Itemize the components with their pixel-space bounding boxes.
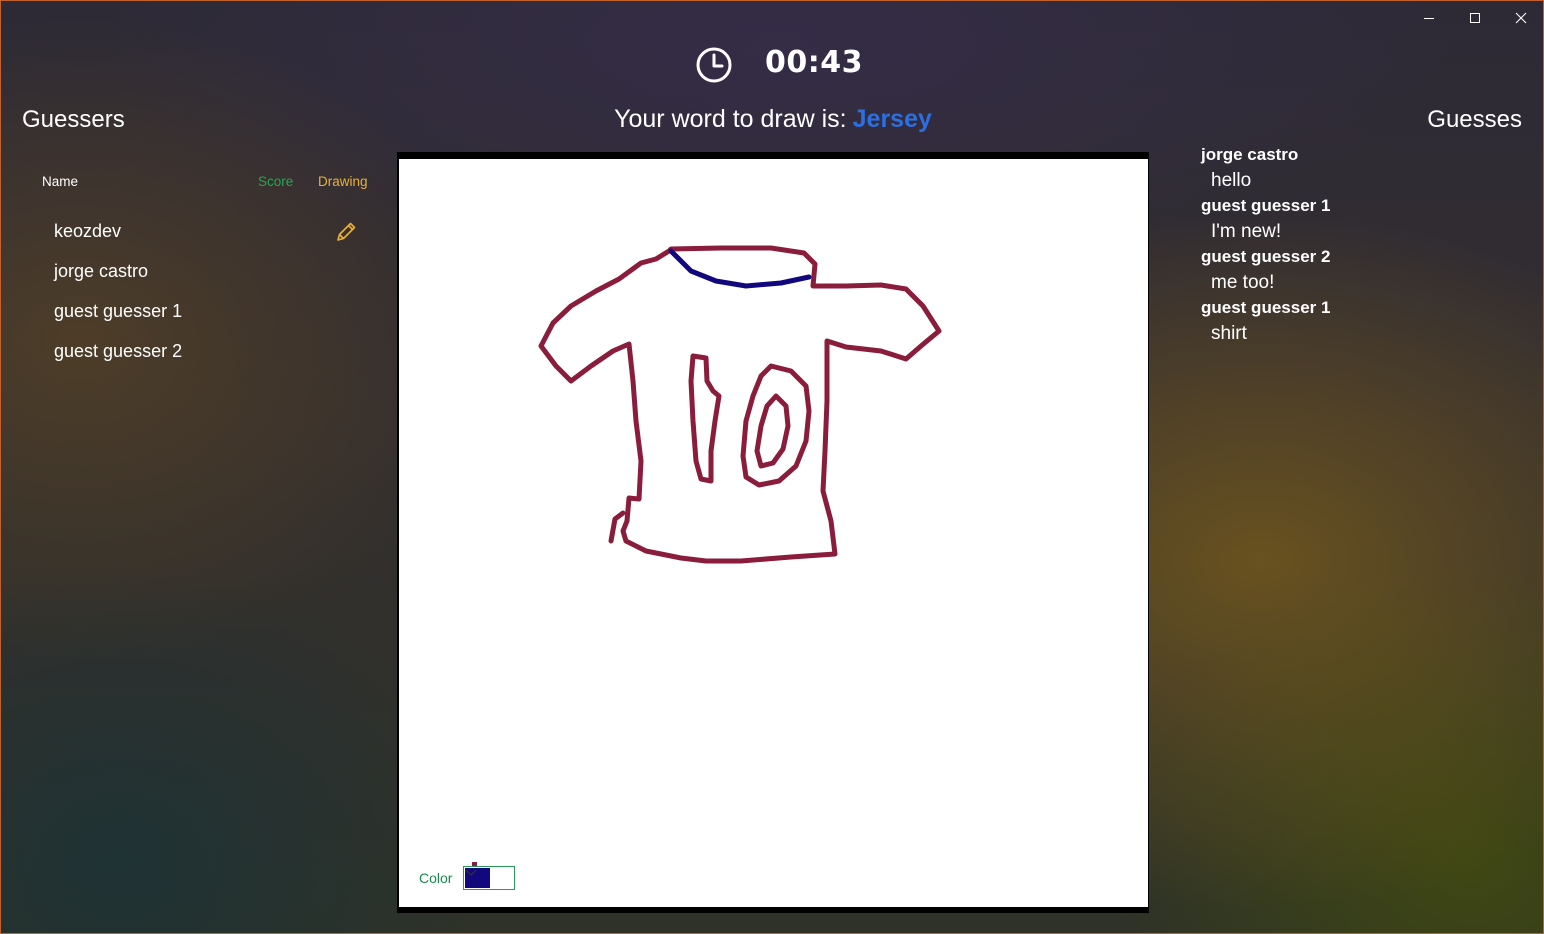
sketch-stroke-collar	[668, 248, 812, 289]
guesses-title: Guesses	[1427, 106, 1522, 133]
minimize-button[interactable]	[1406, 1, 1452, 35]
minimize-icon	[1424, 18, 1434, 19]
chevron-down-icon	[465, 869, 477, 876]
player-name: guest guesser 2	[54, 341, 183, 361]
clock-icon	[696, 47, 732, 83]
guess-author: guest guesser 1	[1201, 298, 1331, 317]
guess-author: jorge castro	[1201, 145, 1299, 164]
color-picker-dropdown[interactable]	[463, 866, 515, 890]
guess-text: I'm new!	[1211, 221, 1282, 242]
player-name: guest guesser 1	[54, 301, 183, 321]
guess-text: shirt	[1211, 323, 1247, 344]
score-column-header: Score	[258, 174, 294, 189]
sketch-stroke-digit-zero-inner	[754, 393, 791, 469]
guess-author: guest guesser 2	[1201, 247, 1331, 266]
word-prompt: Your word to draw is: Jersey	[1, 105, 1543, 134]
canvas-frame: Color	[397, 152, 1149, 913]
name-column-header: Name	[42, 174, 79, 189]
sketch-stroke-digit-zero-outer	[740, 363, 812, 488]
sketch-stroke-side	[608, 510, 626, 544]
drawing-column-header: Drawing	[318, 174, 368, 189]
word-prompt-label: Your word to draw is:	[614, 105, 847, 133]
app-window: 00:43 Guessers Name Score Drawing keozde…	[0, 0, 1544, 934]
guess-text: hello	[1211, 170, 1252, 191]
pencil-icon	[337, 222, 356, 241]
sketch-stroke-shirt	[538, 245, 942, 564]
jersey-sketch	[538, 245, 942, 564]
word-to-draw: Jersey	[852, 105, 932, 133]
sketch-stroke-digit-one	[688, 353, 722, 484]
timer-remaining: 00:43	[765, 45, 863, 80]
maximize-button[interactable]	[1452, 1, 1498, 35]
drawing-canvas[interactable]: Color	[399, 159, 1148, 907]
player-name: jorge castro	[54, 261, 149, 281]
color-label: Color	[419, 870, 453, 886]
close-button[interactable]	[1498, 1, 1543, 35]
close-icon	[1515, 12, 1527, 24]
maximize-icon	[1470, 13, 1480, 23]
player-name: keozdev	[54, 221, 122, 241]
guess-author: guest guesser 1	[1201, 196, 1331, 215]
guess-text: me too!	[1211, 272, 1275, 293]
